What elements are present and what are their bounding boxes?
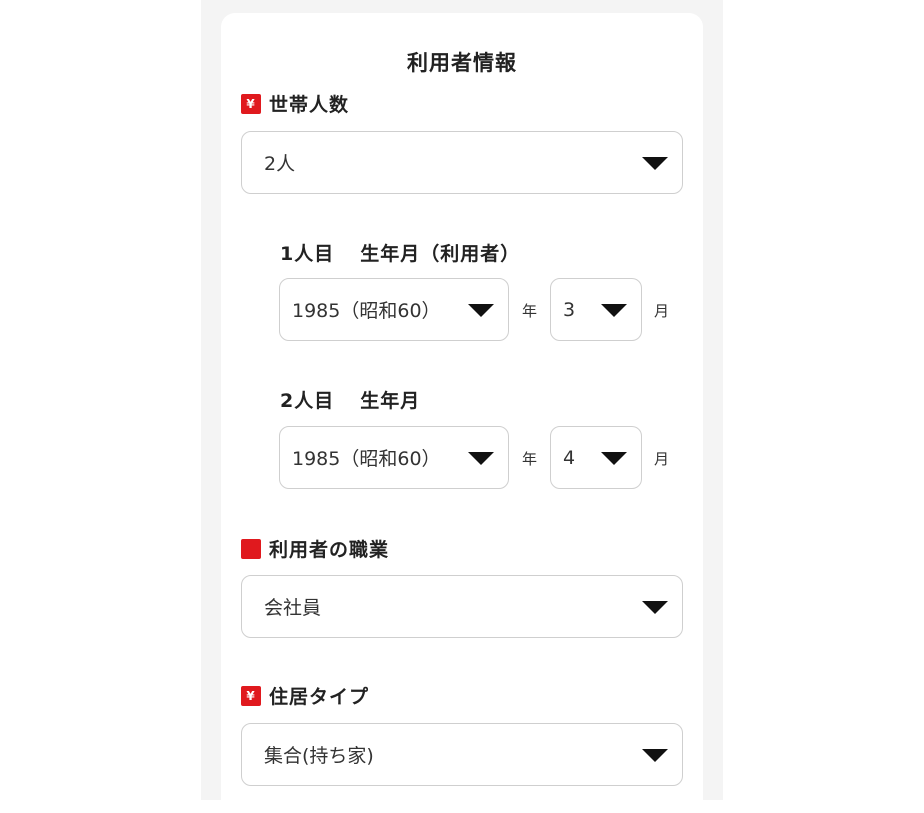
member-2-year-value: 1985（昭和60） [292, 448, 441, 470]
caret-down-icon [468, 303, 494, 317]
caret-down-icon [601, 303, 627, 317]
caret-down-icon [601, 451, 627, 465]
user-info-card: 利用者情報 ¥ 世帯人数 2人 1人目 生年月（利用者） 1985（昭和60） 年… [221, 13, 703, 813]
member-2-label-text: 生年月 [360, 390, 421, 412]
member-2-number: 2人目 [280, 390, 335, 412]
caret-down-icon [642, 600, 668, 614]
occupation-select[interactable]: 会社員 [241, 575, 683, 638]
member-1-number: 1人目 [280, 243, 335, 265]
caret-down-icon [642, 748, 668, 762]
caret-down-icon [468, 451, 494, 465]
residence-type-select[interactable]: 集合(持ち家) [241, 723, 683, 786]
member-1-month-unit: 月 [654, 302, 670, 320]
member-1-year-unit: 年 [522, 302, 538, 320]
member-2-month-select[interactable]: 4 [550, 426, 642, 489]
household-size-label-text: 世帯人数 [269, 94, 350, 116]
yen-icon: ¥ [241, 685, 261, 706]
member-2-year-select[interactable]: 1985（昭和60） [279, 426, 509, 489]
member-2-year-unit: 年 [522, 450, 538, 468]
member-1-label: 1人目 生年月（利用者） [280, 239, 520, 266]
member-1-label-text: 生年月（利用者） [360, 243, 521, 265]
page-title: 利用者情報 [407, 51, 517, 75]
member-1-month-value: 3 [563, 298, 576, 321]
member-1-year-select[interactable]: 1985（昭和60） [279, 278, 509, 341]
caret-down-icon [642, 156, 668, 170]
occupation-value: 会社員 [264, 597, 322, 619]
occupation-label-text: 利用者の職業 [269, 539, 390, 561]
residence-type-label: ¥ 住居タイプ [241, 682, 369, 709]
member-1-year-value: 1985（昭和60） [292, 300, 441, 322]
occupation-label: 利用者の職業 [241, 535, 389, 562]
member-2-label: 2人目 生年月 [280, 386, 420, 413]
required-marker-icon [241, 538, 261, 559]
residence-type-label-text: 住居タイプ [269, 686, 370, 708]
member-2-month-unit: 月 [654, 450, 670, 468]
yen-icon: ¥ [241, 93, 261, 114]
household-size-value: 2人 [264, 153, 296, 175]
household-size-label: ¥ 世帯人数 [241, 90, 349, 117]
residence-type-value: 集合(持ち家) [264, 745, 374, 767]
member-2-month-value: 4 [563, 446, 576, 469]
member-1-month-select[interactable]: 3 [550, 278, 642, 341]
household-size-select[interactable]: 2人 [241, 131, 683, 194]
